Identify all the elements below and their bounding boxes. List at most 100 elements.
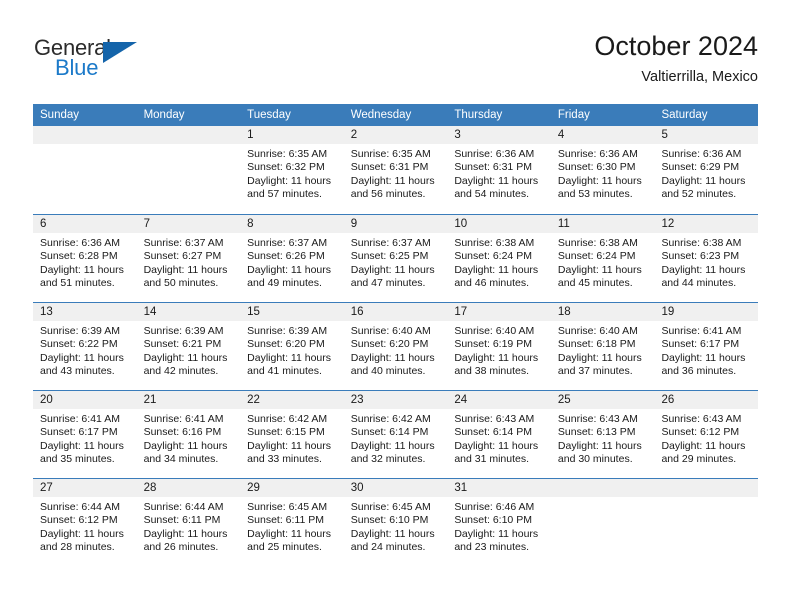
day-number: 13 <box>33 303 137 321</box>
day-cell[interactable]: 14 Sunrise: 6:39 AM Sunset: 6:21 PM Dayl… <box>136 303 241 390</box>
sunset-text: Sunset: 6:16 PM <box>143 426 222 439</box>
sunrise-text: Sunrise: 6:42 AM <box>247 413 328 425</box>
day-cell[interactable] <box>33 126 137 214</box>
day-cell[interactable]: 11 Sunrise: 6:38 AM Sunset: 6:24 PM Dayl… <box>550 215 655 302</box>
day-number: 9 <box>343 215 448 233</box>
day-cell[interactable]: 6 Sunrise: 6:36 AM Sunset: 6:28 PM Dayli… <box>33 215 137 302</box>
sunrise-text: Sunrise: 6:38 AM <box>454 237 535 249</box>
day-number: 27 <box>33 479 137 497</box>
day-cell[interactable]: 17 Sunrise: 6:40 AM Sunset: 6:19 PM Dayl… <box>447 303 551 390</box>
sunrise-text: Sunrise: 6:43 AM <box>557 413 638 425</box>
daylight-text-line2: and 40 minutes. <box>350 364 426 377</box>
day-details: Sunrise: 6:43 AM Sunset: 6:12 PM Dayligh… <box>654 409 758 466</box>
sunrise-text: Sunrise: 6:40 AM <box>557 325 638 337</box>
general-blue-logo[interactable]: General Blue <box>34 36 154 84</box>
daylight-text-line2: and 47 minutes. <box>350 276 426 289</box>
day-cell[interactable]: 3 Sunrise: 6:36 AM Sunset: 6:31 PM Dayli… <box>447 126 551 214</box>
day-cell[interactable]: 2 Sunrise: 6:35 AM Sunset: 6:31 PM Dayli… <box>343 126 448 214</box>
day-cell[interactable]: 19 Sunrise: 6:41 AM Sunset: 6:17 PM Dayl… <box>654 303 759 390</box>
daylight-text-line1: Daylight: 11 hours <box>557 351 642 364</box>
daylight-text-line2: and 51 minutes. <box>40 276 115 289</box>
day-details: Sunrise: 6:43 AM Sunset: 6:13 PM Dayligh… <box>551 409 655 466</box>
daylight-text-line1: Daylight: 11 hours <box>557 174 642 187</box>
week-row: 13 Sunrise: 6:39 AM Sunset: 6:22 PM Dayl… <box>33 302 759 390</box>
sunrise-text: Sunrise: 6:39 AM <box>247 325 328 337</box>
day-number: 22 <box>240 391 344 409</box>
daylight-text-line1: Daylight: 11 hours <box>350 351 435 364</box>
daylight-text-line2: and 31 minutes. <box>454 452 530 465</box>
sunrise-text: Sunrise: 6:41 AM <box>143 413 224 425</box>
daylight-text-line1: Daylight: 11 hours <box>350 439 435 452</box>
day-cell[interactable]: 15 Sunrise: 6:39 AM Sunset: 6:20 PM Dayl… <box>240 303 344 390</box>
day-number: 23 <box>343 391 448 409</box>
day-cell[interactable]: 7 Sunrise: 6:37 AM Sunset: 6:27 PM Dayli… <box>136 215 241 302</box>
day-number: 31 <box>447 479 551 497</box>
day-cell[interactable]: 24 Sunrise: 6:43 AM Sunset: 6:14 PM Dayl… <box>447 391 551 478</box>
day-cell[interactable] <box>136 126 241 214</box>
day-cell[interactable]: 30 Sunrise: 6:45 AM Sunset: 6:10 PM Dayl… <box>343 479 448 566</box>
sunset-text: Sunset: 6:14 PM <box>454 426 532 439</box>
sunrise-text: Sunrise: 6:37 AM <box>143 237 224 249</box>
day-cell[interactable]: 5 Sunrise: 6:36 AM Sunset: 6:29 PM Dayli… <box>654 126 759 214</box>
day-number: 6 <box>33 215 137 233</box>
weekday-header-thursday: Thursday <box>454 109 503 121</box>
day-cell[interactable]: 18 Sunrise: 6:40 AM Sunset: 6:18 PM Dayl… <box>550 303 655 390</box>
day-details: Sunrise: 6:40 AM Sunset: 6:20 PM Dayligh… <box>344 321 448 378</box>
day-details: Sunrise: 6:38 AM Sunset: 6:24 PM Dayligh… <box>447 233 551 290</box>
day-number: 8 <box>240 215 344 233</box>
sunset-text: Sunset: 6:31 PM <box>454 161 532 174</box>
sunset-text: Sunset: 6:25 PM <box>350 250 429 263</box>
day-cell[interactable]: 13 Sunrise: 6:39 AM Sunset: 6:22 PM Dayl… <box>33 303 137 390</box>
day-number <box>33 126 137 144</box>
day-details: Sunrise: 6:40 AM Sunset: 6:18 PM Dayligh… <box>551 321 655 378</box>
day-cell[interactable]: 20 Sunrise: 6:41 AM Sunset: 6:17 PM Dayl… <box>33 391 137 478</box>
day-number: 12 <box>654 215 759 233</box>
day-cell[interactable]: 31 Sunrise: 6:46 AM Sunset: 6:10 PM Dayl… <box>447 479 551 566</box>
day-details: Sunrise: 6:41 AM Sunset: 6:16 PM Dayligh… <box>137 409 241 466</box>
day-cell[interactable]: 4 Sunrise: 6:36 AM Sunset: 6:30 PM Dayli… <box>550 126 655 214</box>
day-cell[interactable]: 22 Sunrise: 6:42 AM Sunset: 6:15 PM Dayl… <box>240 391 344 478</box>
sunrise-text: Sunrise: 6:44 AM <box>143 501 224 513</box>
day-details: Sunrise: 6:38 AM Sunset: 6:24 PM Dayligh… <box>551 233 655 290</box>
day-cell[interactable]: 16 Sunrise: 6:40 AM Sunset: 6:20 PM Dayl… <box>343 303 448 390</box>
day-number <box>654 479 759 497</box>
day-number: 26 <box>654 391 759 409</box>
day-cell[interactable]: 25 Sunrise: 6:43 AM Sunset: 6:13 PM Dayl… <box>550 391 655 478</box>
day-number: 21 <box>136 391 241 409</box>
sunrise-text: Sunrise: 6:39 AM <box>143 325 224 337</box>
sunrise-text: Sunrise: 6:39 AM <box>40 325 120 337</box>
day-cell[interactable]: 9 Sunrise: 6:37 AM Sunset: 6:25 PM Dayli… <box>343 215 448 302</box>
daylight-text-line2: and 53 minutes. <box>557 187 633 200</box>
day-cell[interactable]: 29 Sunrise: 6:45 AM Sunset: 6:11 PM Dayl… <box>240 479 344 566</box>
day-cell[interactable]: 21 Sunrise: 6:41 AM Sunset: 6:16 PM Dayl… <box>136 391 241 478</box>
title-block: October 2024 Valtierrilla, Mexico <box>594 30 758 88</box>
daylight-text-line1: Daylight: 11 hours <box>350 174 435 187</box>
daylight-text-line2: and 24 minutes. <box>350 540 426 553</box>
day-cell[interactable]: 28 Sunrise: 6:44 AM Sunset: 6:11 PM Dayl… <box>136 479 241 566</box>
sunset-text: Sunset: 6:21 PM <box>143 338 222 351</box>
week-row: 20 Sunrise: 6:41 AM Sunset: 6:17 PM Dayl… <box>33 390 759 478</box>
day-cell[interactable]: 27 Sunrise: 6:44 AM Sunset: 6:12 PM Dayl… <box>33 479 137 566</box>
sunrise-text: Sunrise: 6:36 AM <box>661 148 742 160</box>
daylight-text-line1: Daylight: 11 hours <box>350 527 435 540</box>
daylight-text-line1: Daylight: 11 hours <box>661 263 746 276</box>
daylight-text-line2: and 25 minutes. <box>247 540 322 553</box>
day-cell[interactable]: 23 Sunrise: 6:42 AM Sunset: 6:14 PM Dayl… <box>343 391 448 478</box>
day-details: Sunrise: 6:43 AM Sunset: 6:14 PM Dayligh… <box>447 409 551 466</box>
sunrise-text: Sunrise: 6:40 AM <box>350 325 431 337</box>
daylight-text-line2: and 30 minutes. <box>557 452 633 465</box>
daylight-text-line1: Daylight: 11 hours <box>247 439 332 452</box>
day-number: 15 <box>240 303 344 321</box>
daylight-text-line2: and 45 minutes. <box>557 276 633 289</box>
sunrise-text: Sunrise: 6:41 AM <box>661 325 742 337</box>
day-cell[interactable]: 10 Sunrise: 6:38 AM Sunset: 6:24 PM Dayl… <box>447 215 551 302</box>
day-number: 3 <box>447 126 551 144</box>
day-cell[interactable] <box>654 479 759 566</box>
daylight-text-line1: Daylight: 11 hours <box>454 351 539 364</box>
day-cell[interactable]: 8 Sunrise: 6:37 AM Sunset: 6:26 PM Dayli… <box>240 215 344 302</box>
day-cell[interactable]: 1 Sunrise: 6:35 AM Sunset: 6:32 PM Dayli… <box>240 126 344 214</box>
daylight-text-line2: and 37 minutes. <box>557 364 633 377</box>
day-cell[interactable] <box>550 479 655 566</box>
day-cell[interactable]: 26 Sunrise: 6:43 AM Sunset: 6:12 PM Dayl… <box>654 391 759 478</box>
day-cell[interactable]: 12 Sunrise: 6:38 AM Sunset: 6:23 PM Dayl… <box>654 215 759 302</box>
